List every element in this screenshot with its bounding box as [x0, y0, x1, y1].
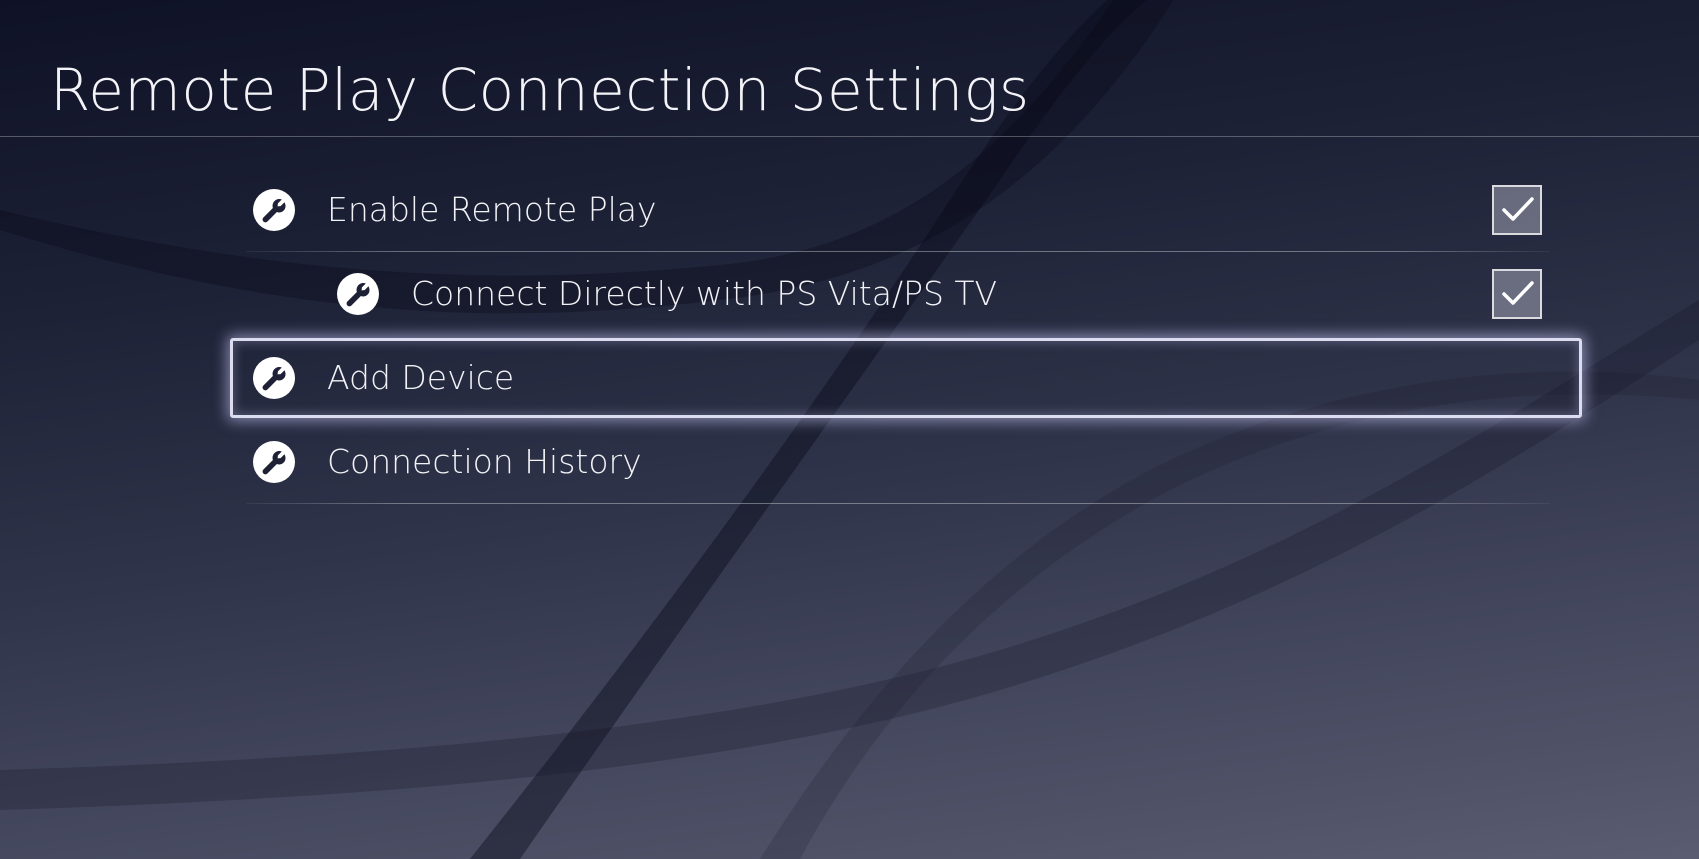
wrench-icon: [253, 189, 295, 231]
wrench-icon: [337, 273, 379, 315]
setting-label: Add Device: [327, 358, 515, 397]
setting-enable-remote-play[interactable]: Enable Remote Play: [240, 168, 1556, 252]
wrench-icon: [253, 357, 295, 399]
settings-list: Enable Remote Play Connect Directly with…: [230, 168, 1582, 504]
enable-remote-play-checkbox[interactable]: [1492, 185, 1542, 235]
header: Remote Play Connection Settings: [0, 0, 1699, 137]
setting-label: Connect Directly with PS Vita/PS TV: [411, 274, 998, 313]
connect-directly-checkbox[interactable]: [1492, 269, 1542, 319]
page-title: Remote Play Connection Settings: [50, 56, 1030, 124]
setting-label: Enable Remote Play: [327, 190, 657, 229]
checkmark-icon: [1502, 197, 1534, 221]
setting-connection-history[interactable]: Connection History: [240, 420, 1556, 504]
checkmark-icon: [1502, 281, 1534, 305]
setting-connect-directly[interactable]: Connect Directly with PS Vita/PS TV: [240, 252, 1556, 336]
wrench-icon: [253, 441, 295, 483]
setting-add-device[interactable]: Add Device: [230, 336, 1582, 420]
setting-label: Connection History: [327, 442, 642, 481]
